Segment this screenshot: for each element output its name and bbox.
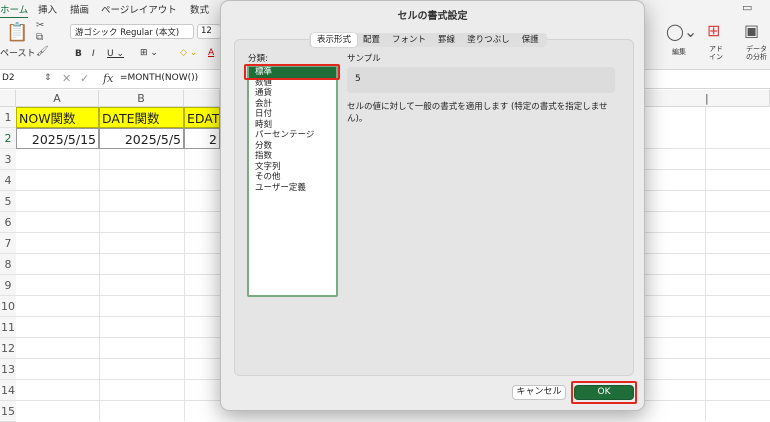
row-header[interactable]: 5 (0, 191, 16, 212)
category-item-currency[interactable]: 通貨 (249, 88, 336, 99)
row-header[interactable]: 8 (0, 254, 16, 275)
category-item-date[interactable]: 日付 (249, 109, 336, 120)
category-item-fraction[interactable]: 分数 (249, 141, 336, 152)
category-label: 分類: (248, 54, 268, 64)
search-icon[interactable]: ◯⌄ (666, 22, 697, 41)
row-header[interactable]: 6 (0, 212, 16, 233)
tab-alignment[interactable]: 配置 (357, 33, 386, 47)
cell-b1[interactable]: DATE関数 (99, 107, 184, 128)
addins-label[interactable]: アド イン (709, 45, 723, 61)
column-header-a[interactable]: A (16, 90, 99, 107)
row-header[interactable]: 7 (0, 233, 16, 254)
tab-number-format[interactable]: 表示形式 (311, 33, 358, 47)
data-analysis-label[interactable]: データ の分析 (746, 45, 767, 61)
row-header[interactable]: 4 (0, 170, 16, 191)
font-size-select[interactable]: 12 (197, 24, 221, 39)
grid-line (705, 107, 706, 421)
row-header[interactable]: 1 (0, 107, 16, 128)
grid-line (99, 107, 100, 421)
name-box-stepper-icon[interactable]: ⇕ (44, 73, 52, 83)
cell-b2[interactable]: 2025/5/5 (99, 128, 184, 149)
fx-icon[interactable]: fx (103, 72, 113, 85)
data-analysis-icon[interactable]: ▣ (744, 21, 759, 40)
category-item-custom[interactable]: ユーザー定義 (249, 183, 336, 194)
grid-line (184, 107, 185, 421)
copy-icon[interactable]: ⧉ (36, 32, 43, 43)
addins-icon[interactable]: ⊞ (707, 21, 720, 40)
cancel-icon[interactable]: ✕ (62, 72, 71, 85)
cut-icon[interactable]: ✂ (36, 20, 44, 31)
row-header[interactable]: 11 (0, 317, 16, 338)
category-item-scientific[interactable]: 指数 (249, 151, 336, 162)
comment-icon[interactable]: ▭ (742, 1, 752, 14)
category-item-text[interactable]: 文字列 (249, 162, 336, 173)
tab-insert[interactable]: 挿入 (38, 2, 57, 16)
cell-c1[interactable]: EDAT (184, 107, 220, 128)
font-name-select[interactable]: 游ゴシック Regular (本文) (70, 24, 194, 39)
row-header[interactable]: 2 (0, 128, 16, 149)
border-button[interactable]: ⊞ ⌄ (140, 48, 158, 58)
select-all-corner[interactable] (0, 90, 16, 107)
category-item-percentage[interactable]: パーセンテージ (249, 130, 336, 141)
tab-formulas[interactable]: 数式 (190, 2, 209, 16)
column-header-right[interactable]: | (645, 90, 770, 107)
cell-a2[interactable]: 2025/5/15 (16, 128, 99, 149)
tab-home[interactable]: ホーム (0, 2, 29, 19)
highlight-box-ok (571, 381, 637, 404)
column-header-b[interactable]: B (99, 90, 184, 107)
row-header[interactable]: 10 (0, 296, 16, 317)
format-cells-dialog: セルの書式設定 分類: 標準 数値 通貨 会計 日付 時刻 パーセンテージ 分数… (220, 0, 645, 411)
dialog-tab-bar: 表示形式 配置 フォント 罫線 塗りつぶし 保護 (309, 33, 547, 47)
category-item-special[interactable]: その他 (249, 172, 336, 183)
category-item-accounting[interactable]: 会計 (249, 99, 336, 110)
row-header[interactable]: 13 (0, 359, 16, 380)
formula-input[interactable]: =MONTH(NOW()) (120, 73, 198, 83)
tab-page-layout[interactable]: ページレイアウト (101, 2, 177, 16)
category-list[interactable]: 標準 数値 通貨 会計 日付 時刻 パーセンテージ 分数 指数 文字列 その他 … (247, 65, 338, 297)
confirm-icon[interactable]: ✓ (80, 72, 89, 85)
row-header[interactable]: 12 (0, 338, 16, 359)
cell-c2[interactable]: 2 (184, 128, 220, 149)
fill-color-button[interactable]: ◇ ⌄ (180, 48, 197, 58)
row-header[interactable]: 3 (0, 149, 16, 170)
underline-button[interactable]: U ⌄ (107, 49, 124, 59)
font-color-button[interactable]: A (208, 48, 214, 58)
format-painter-icon[interactable]: 🖌 (36, 46, 49, 57)
column-header-c[interactable] (184, 90, 220, 107)
row-header[interactable]: 14 (0, 380, 16, 401)
row-header[interactable]: 9 (0, 275, 16, 296)
tab-fill[interactable]: 塗りつぶし (461, 33, 516, 47)
tab-draw[interactable]: 描画 (70, 2, 89, 16)
tab-border[interactable]: 罫線 (432, 33, 461, 47)
category-item-time[interactable]: 時刻 (249, 120, 336, 131)
paste-icon[interactable]: 📋 (6, 22, 28, 43)
dialog-title: セルの書式設定 (397, 11, 468, 22)
bold-button[interactable]: B (75, 49, 82, 59)
row-header[interactable]: 15 (0, 401, 16, 422)
sample-label: サンプル (347, 54, 381, 64)
dialog-panel: 分類: 標準 数値 通貨 会計 日付 時刻 パーセンテージ 分数 指数 文字列 … (234, 39, 634, 376)
tab-protection[interactable]: 保護 (516, 33, 545, 47)
cell-a1[interactable]: NOW関数 (16, 107, 99, 128)
edit-label[interactable]: 編集 (672, 47, 686, 57)
italic-button[interactable]: I (92, 49, 95, 59)
cancel-button[interactable]: キャンセル (512, 385, 566, 400)
name-box[interactable]: D2 (0, 73, 36, 83)
sample-preview: 5 (347, 67, 615, 93)
highlight-box-category (244, 64, 340, 80)
tab-font[interactable]: フォント (386, 33, 432, 47)
format-description: セルの値に対して一般の書式を適用します (特定の書式を指定しません)。 (347, 102, 608, 124)
paste-label[interactable]: ペースト (0, 46, 36, 59)
